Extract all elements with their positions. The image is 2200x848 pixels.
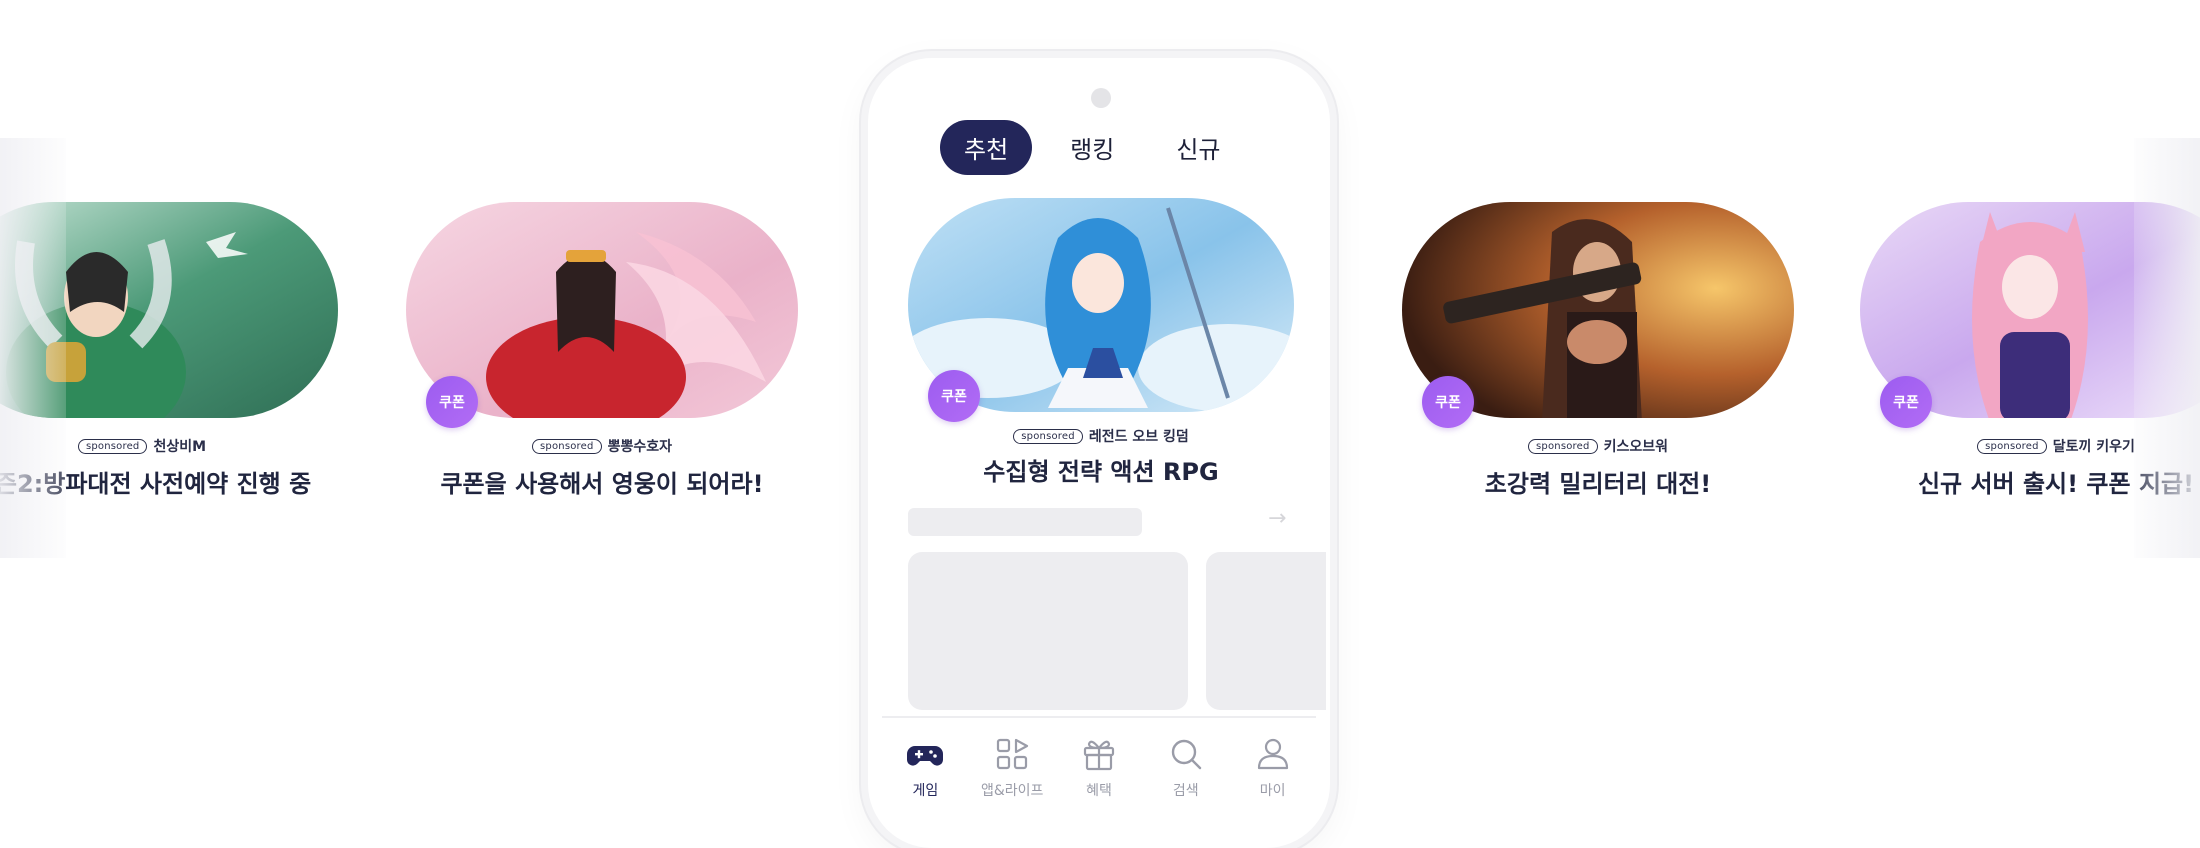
tab-ranking[interactable]: 랭킹 xyxy=(1046,120,1138,175)
game-name: 레전드 오브 킹덤 xyxy=(1088,429,1189,445)
coupon-badge: 쿠폰 xyxy=(1880,376,1932,428)
banner-headline: 수집형 전략 액션 RPG xyxy=(983,458,1219,486)
arrow-right-icon[interactable]: → xyxy=(1268,506,1286,531)
right-edge-fade xyxy=(2134,138,2200,558)
search-icon xyxy=(1171,739,1201,770)
banner-headline: 쿠폰을 사용해서 영웅이 되어라! xyxy=(440,470,764,498)
tab-recommend[interactable]: 추천 xyxy=(940,120,1033,175)
banner-meta: sponsored 레전드 오브 킹덤 xyxy=(908,426,1294,446)
nav-label: 앱&라이프 xyxy=(980,783,1044,799)
game-banner-card[interactable]: 쿠폰 sponsored 키스오브워 초강력 밀리터리 대전! xyxy=(1402,202,1794,499)
game-name: 뽕뽕수호자 xyxy=(607,439,672,455)
camera-dot xyxy=(1091,88,1111,108)
gift-icon xyxy=(1083,740,1115,771)
nav-apps-life[interactable]: 앱&라이프 xyxy=(971,734,1053,816)
sponsored-badge: sponsored xyxy=(77,438,148,454)
game-name: 키스오브워 xyxy=(1603,439,1668,455)
coupon-badge: 쿠폰 xyxy=(426,376,478,428)
sponsored-badge: sponsored xyxy=(1977,438,2047,454)
sponsored-badge: sponsored xyxy=(1013,428,1083,444)
sponsored-badge: sponsored xyxy=(532,438,602,454)
nav-benefits[interactable]: 혜택 xyxy=(1058,734,1140,816)
nav-label: 게임 xyxy=(912,783,939,799)
phone-mockup: 추천 랭킹 신규 쿠폰 sponsored 레전드 오브 킹덤 수집형 전략 액… xyxy=(868,58,1330,848)
nav-label: 마이 xyxy=(1259,783,1286,799)
game-banner-card[interactable]: 쿠폰 sponsored 뽕뽕수호자 쿠폰을 사용해서 영웅이 되어라! xyxy=(406,202,798,499)
coupon-badge: 쿠폰 xyxy=(928,370,980,422)
coupon-badge: 쿠폰 xyxy=(1422,376,1474,428)
sponsored-badge: sponsored xyxy=(1528,438,1598,454)
nav-search[interactable]: 검색 xyxy=(1145,734,1227,816)
user-icon xyxy=(1257,738,1288,770)
apps-icon xyxy=(997,738,1029,770)
category-tabs: 추천 랭킹 신규 xyxy=(940,120,1245,175)
bottom-navigation: 게임 앱&라이프 혜택 검색 마이 xyxy=(882,716,1316,816)
game-banner-card[interactable]: 쿠폰 sponsored 레전드 오브 킹덤 수집형 전략 액션 RPG xyxy=(908,198,1294,487)
tab-new[interactable]: 신규 xyxy=(1152,120,1244,175)
gamepad-icon xyxy=(907,746,944,766)
game-name: 달토끼 키우기 xyxy=(2052,439,2135,455)
game-name: 천상비M xyxy=(153,439,207,455)
nav-label: 검색 xyxy=(1172,783,1199,799)
nav-label: 혜택 xyxy=(1086,783,1112,799)
banner-meta: sponsored 키스오브워 xyxy=(1402,436,1794,456)
banner-meta: sponsored 뽕뽕수호자 xyxy=(406,436,798,456)
section-title-placeholder xyxy=(908,508,1142,536)
left-edge-fade xyxy=(0,138,66,558)
content-card-placeholder xyxy=(1206,552,1326,710)
content-card-placeholder xyxy=(908,552,1188,710)
nav-game[interactable]: 게임 xyxy=(884,734,966,816)
nav-my[interactable]: 마이 xyxy=(1232,734,1314,816)
banner-headline: 초강력 밀리터리 대전! xyxy=(1484,470,1712,498)
